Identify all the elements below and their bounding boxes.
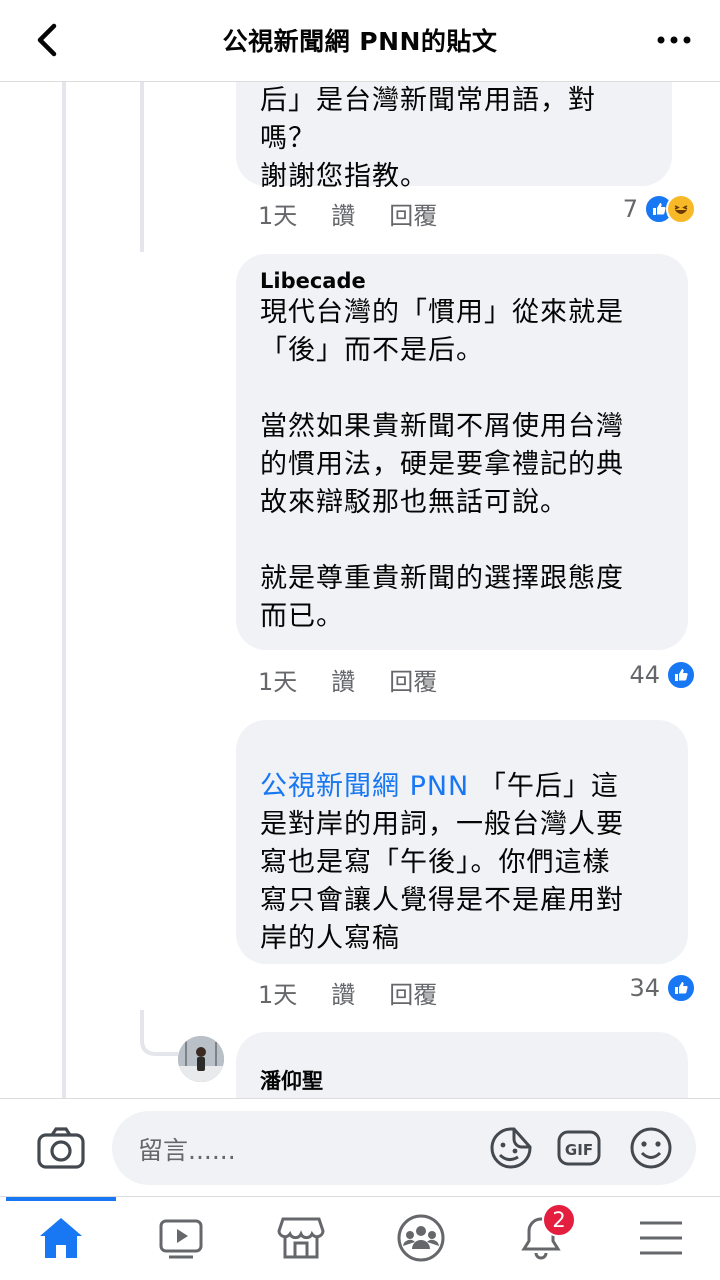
like-reaction-icon: [666, 660, 696, 690]
comment-author[interactable]: 潘仰聖: [260, 1068, 666, 1094]
top-bar: 公視新聞網 PNN的貼文: [0, 0, 720, 82]
sticker-icon[interactable]: [488, 1125, 534, 1171]
comment-actions: 1天 讚 回覆: [258, 662, 471, 697]
comment-time[interactable]: 1天: [258, 662, 297, 697]
bottom-nav: 2: [0, 1196, 720, 1280]
like-link[interactable]: 讚: [331, 975, 355, 1010]
like-reaction-icon: [666, 973, 696, 1003]
mention-link[interactable]: 公視新聞網 PNN: [260, 771, 469, 802]
comment-text: 現代台灣的「慣用」從來就是 「後」而不是后。 當然如果貴新聞不屑使用台灣 的慣用…: [260, 297, 624, 632]
comment-bubble[interactable]: Libecade 現代台灣的「慣用」從來就是 「後」而不是后。 當然如果貴新聞不…: [236, 254, 688, 650]
reaction-summary[interactable]: 7: [623, 194, 696, 224]
thread-line: [62, 82, 66, 1098]
menu-icon: [640, 1221, 682, 1255]
haha-reaction-icon: [666, 194, 696, 224]
thread-line: [140, 82, 144, 252]
reply-connector: [140, 1010, 178, 1056]
avatar[interactable]: [178, 1036, 224, 1082]
comments-list: 后」是台灣新聞常用語，對 嗎？ 謝謝您指教。 1天 讚 回覆 7 Libecad…: [0, 82, 720, 1098]
tab-home[interactable]: [36, 1213, 86, 1263]
comment-composer: 留言...... GIF: [0, 1098, 720, 1196]
reply-link[interactable]: 回覆: [389, 196, 437, 231]
comment-actions: 1天 讚 回覆: [258, 196, 471, 231]
comment-time[interactable]: 1天: [258, 975, 297, 1010]
reaction-count: 34: [629, 974, 660, 1002]
comment-text: 后」是台灣新聞常用語，對 嗎？ 謝謝您指教。: [260, 85, 596, 192]
comment-actions: 1天 讚 回覆: [258, 975, 471, 1010]
comment-input[interactable]: 留言...... GIF: [112, 1111, 696, 1185]
reply-link[interactable]: 回覆: [389, 662, 437, 697]
more-dots-icon[interactable]: [656, 30, 692, 50]
home-icon: [40, 1218, 82, 1258]
page-title: 公視新聞網 PNN的貼文: [222, 27, 498, 56]
reaction-summary[interactable]: 34: [629, 973, 696, 1003]
comment-author[interactable]: Libecade: [260, 268, 666, 294]
emoji-icon[interactable]: [628, 1125, 674, 1171]
marketplace-icon: [277, 1217, 325, 1259]
groups-icon: [397, 1214, 445, 1262]
tab-marketplace[interactable]: [276, 1213, 326, 1263]
camera-icon[interactable]: [36, 1123, 86, 1173]
svg-text:GIF: GIF: [565, 1141, 593, 1159]
comment-time[interactable]: 1天: [258, 196, 297, 231]
like-link[interactable]: 讚: [331, 662, 355, 697]
tab-menu[interactable]: [636, 1213, 686, 1263]
notification-badge: 2: [542, 1203, 576, 1237]
like-link[interactable]: 讚: [331, 196, 355, 231]
reaction-summary[interactable]: 44: [629, 660, 696, 690]
video-icon: [159, 1219, 203, 1259]
gif-icon[interactable]: GIF: [556, 1125, 602, 1171]
tab-groups[interactable]: [396, 1213, 446, 1263]
tab-watch[interactable]: [156, 1213, 206, 1263]
comment-bubble[interactable]: 潘仰聖: [236, 1032, 688, 1098]
comment-bubble[interactable]: 后」是台灣新聞常用語，對 嗎？ 謝謝您指教。: [236, 82, 672, 192]
comment-bubble[interactable]: 公視新聞網 PNN 「午后」這 是對岸的用詞，一般台灣人要 寫也是寫「午後」。你…: [236, 720, 688, 964]
reaction-count: 7: [622, 195, 638, 223]
active-tab-indicator: [6, 1197, 116, 1201]
comment-text: 公視新聞網 PNN 「午后」這 是對岸的用詞，一般台灣人要 寫也是寫「午後」。你…: [260, 768, 666, 958]
reply-link[interactable]: 回覆: [389, 975, 437, 1010]
reaction-count: 44: [629, 661, 660, 689]
comment-input-placeholder: 留言......: [138, 1136, 236, 1165]
